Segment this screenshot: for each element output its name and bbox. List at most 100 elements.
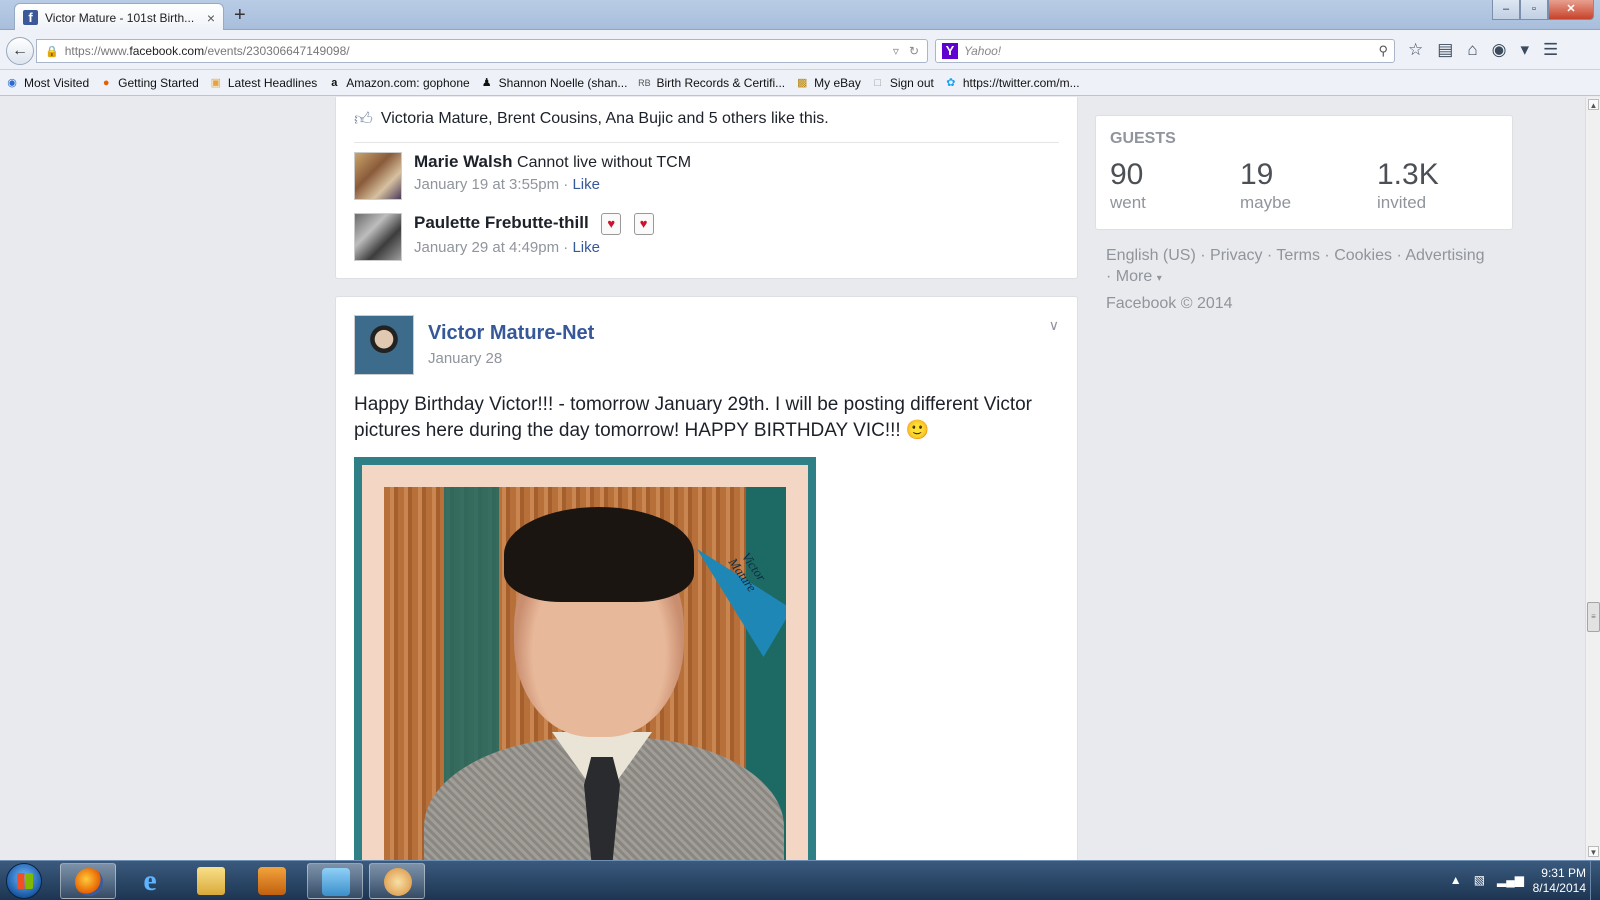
guests-maybe[interactable]: 19 maybe bbox=[1240, 158, 1291, 213]
url-bar[interactable]: 🔒 https://www.facebook.com/events/230306… bbox=[36, 39, 928, 63]
bookmark-item[interactable]: a Amazon.com: gophone bbox=[327, 76, 469, 90]
toolbar-icons: ☆ ▤ ⌂ ◉ ▾ ☰ bbox=[1408, 40, 1558, 60]
copyright: Facebook © 2014 bbox=[1106, 295, 1233, 312]
amazon-icon: a bbox=[331, 76, 338, 89]
privacy-icon[interactable]: ◉ bbox=[1492, 40, 1507, 60]
show-desktop-button[interactable] bbox=[1590, 861, 1600, 900]
commenter-name[interactable]: Marie Walsh bbox=[414, 152, 513, 171]
bookmark-item[interactable]: ♟ Shannon Noelle (shan... bbox=[480, 76, 628, 90]
footer-link-privacy[interactable]: Privacy bbox=[1210, 247, 1262, 264]
footer-link-language[interactable]: English (US) bbox=[1106, 247, 1196, 264]
search-bar[interactable]: Y Yahoo! ⚲ bbox=[935, 39, 1395, 63]
comment-like-link[interactable]: Like bbox=[572, 176, 600, 193]
taskbar-paint[interactable] bbox=[369, 863, 425, 899]
avatar[interactable] bbox=[354, 152, 402, 200]
comment-body: Marie Walsh Cannot live without TCM Janu… bbox=[414, 152, 691, 200]
reload-icon[interactable]: ↻ bbox=[909, 44, 919, 58]
stat-label: invited bbox=[1377, 193, 1427, 212]
likes-summary[interactable]: 👍︎ Victoria Mature, Brent Cousins, Ana B… bbox=[354, 108, 829, 130]
browser-tab-active[interactable]: f Victor Mature - 101st Birth... × bbox=[14, 3, 224, 31]
search-icon[interactable]: ⚲ bbox=[1378, 43, 1388, 59]
internet-explorer-icon: e bbox=[143, 864, 157, 897]
url-domain: facebook.com bbox=[129, 44, 205, 58]
post-card: Victor Mature-Net January 28 ∨ Happy Bir… bbox=[335, 296, 1078, 860]
search-input[interactable]: Yahoo! bbox=[964, 44, 1372, 58]
footer-link-terms[interactable]: Terms bbox=[1276, 247, 1320, 264]
back-button[interactable]: ← bbox=[6, 37, 34, 65]
scroll-up-icon[interactable]: ▲ bbox=[1588, 99, 1599, 110]
history-dropdown-icon[interactable]: ▿ bbox=[893, 44, 899, 58]
bookmark-item[interactable]: ◉ Most Visited bbox=[5, 76, 89, 90]
author-avatar[interactable] bbox=[354, 315, 414, 375]
bookmark-item[interactable]: □ Sign out bbox=[871, 76, 934, 90]
post-photo[interactable]: Victor Mature bbox=[354, 457, 816, 860]
clock-date: 8/14/2014 bbox=[1532, 881, 1586, 895]
stat-value: 1.3K bbox=[1377, 158, 1439, 191]
dropdown-icon[interactable]: ▾ bbox=[1520, 40, 1529, 60]
bookmark-label: Shannon Noelle (shan... bbox=[498, 75, 628, 90]
comments-card: 👍︎ Victoria Mature, Brent Cousins, Ana B… bbox=[335, 97, 1078, 279]
guests-invited[interactable]: 1.3K invited bbox=[1377, 158, 1439, 213]
comment-text: Cannot live without TCM bbox=[517, 154, 692, 171]
network-icon[interactable]: ▧ bbox=[1474, 873, 1485, 887]
bookmark-label: Amazon.com: gophone bbox=[346, 75, 470, 90]
footer-link-more[interactable]: More bbox=[1116, 268, 1152, 285]
footer-links: English (US) · Privacy · Terms · Cookies… bbox=[1106, 247, 1485, 285]
comment-time[interactable]: January 19 at 3:55pm bbox=[414, 176, 559, 193]
people-icon: ♟ bbox=[481, 77, 492, 89]
taskbar-explorer[interactable] bbox=[183, 863, 239, 899]
bookmark-item[interactable]: RB Birth Records & Certifi... bbox=[637, 76, 785, 90]
likes-text: Victoria Mature, Brent Cousins, Ana Buji… bbox=[380, 110, 829, 127]
rb-icon: RB bbox=[638, 77, 651, 88]
yahoo-icon[interactable]: Y bbox=[942, 43, 958, 59]
rss-icon: ▣ bbox=[210, 77, 222, 89]
maximize-button[interactable]: ▫ bbox=[1520, 0, 1548, 20]
footer-link-cookies[interactable]: Cookies bbox=[1334, 247, 1392, 264]
stat-value: 90 bbox=[1110, 158, 1144, 191]
bookmark-item[interactable]: ● Getting Started bbox=[99, 76, 199, 90]
tray-expand-icon[interactable]: ▲ bbox=[1450, 873, 1462, 887]
clock-time: 9:31 PM bbox=[1541, 866, 1586, 880]
url-tools: ▿ ↻ bbox=[893, 44, 919, 58]
photo-hair bbox=[504, 507, 694, 602]
post-date[interactable]: January 28 bbox=[428, 350, 502, 367]
comment-body: Paulette Frebutte-thill ♥ ♥ January 29 a… bbox=[414, 213, 654, 261]
new-tab-button[interactable]: + bbox=[234, 4, 246, 27]
like-thumb-icon: 👍︎ bbox=[354, 109, 373, 129]
taskbar-people[interactable] bbox=[307, 863, 363, 899]
taskbar-media-player[interactable] bbox=[244, 863, 300, 899]
menu-icon[interactable]: ☰ bbox=[1543, 40, 1558, 60]
comment-time[interactable]: January 29 at 4:49pm bbox=[414, 239, 559, 256]
chevron-down-icon[interactable]: ∨ bbox=[1049, 317, 1059, 334]
stat-label: went bbox=[1110, 193, 1146, 212]
post-author[interactable]: Victor Mature-Net bbox=[428, 322, 594, 345]
page-scrollbar[interactable]: ▲ ≡ ▼ bbox=[1585, 97, 1600, 860]
bookmark-item[interactable]: ▣ Latest Headlines bbox=[209, 76, 318, 90]
page-icon: □ bbox=[874, 76, 882, 89]
home-icon[interactable]: ⌂ bbox=[1467, 40, 1477, 60]
bookmark-item[interactable]: ✿ https://twitter.com/m... bbox=[944, 75, 1080, 90]
bookmark-item[interactable]: ▩ My eBay bbox=[795, 76, 861, 90]
comment-like-link[interactable]: Like bbox=[572, 239, 600, 256]
scroll-thumb[interactable]: ≡ bbox=[1587, 602, 1600, 632]
close-window-button[interactable]: ✕ bbox=[1548, 0, 1594, 20]
minimize-button[interactable]: – bbox=[1492, 0, 1520, 20]
bookmarks-list-icon[interactable]: ▤ bbox=[1437, 40, 1453, 60]
start-button[interactable] bbox=[6, 863, 42, 899]
bookmark-star-icon[interactable]: ☆ bbox=[1408, 40, 1423, 60]
scroll-down-icon[interactable]: ▼ bbox=[1588, 846, 1599, 857]
signal-icon[interactable]: ▂▄▆ bbox=[1497, 873, 1524, 887]
bookmark-label: https://twitter.com/m... bbox=[962, 75, 1080, 90]
commenter-name[interactable]: Paulette Frebutte-thill bbox=[414, 213, 589, 232]
avatar[interactable] bbox=[354, 213, 402, 261]
taskbar-clock[interactable]: 9:31 PM 8/14/2014 bbox=[1533, 866, 1586, 896]
tab-close-icon[interactable]: × bbox=[207, 10, 215, 26]
taskbar-firefox[interactable] bbox=[60, 863, 116, 899]
photo-mat: Victor Mature bbox=[362, 465, 808, 860]
footer-link-advertising[interactable]: Advertising bbox=[1405, 247, 1484, 264]
url-prefix: https://www. bbox=[64, 44, 130, 58]
taskbar-ie[interactable]: e bbox=[122, 863, 178, 899]
stat-label: maybe bbox=[1240, 193, 1292, 212]
guests-went[interactable]: 90 went bbox=[1110, 158, 1146, 213]
caret-down-icon[interactable]: ▾ bbox=[1157, 273, 1162, 284]
